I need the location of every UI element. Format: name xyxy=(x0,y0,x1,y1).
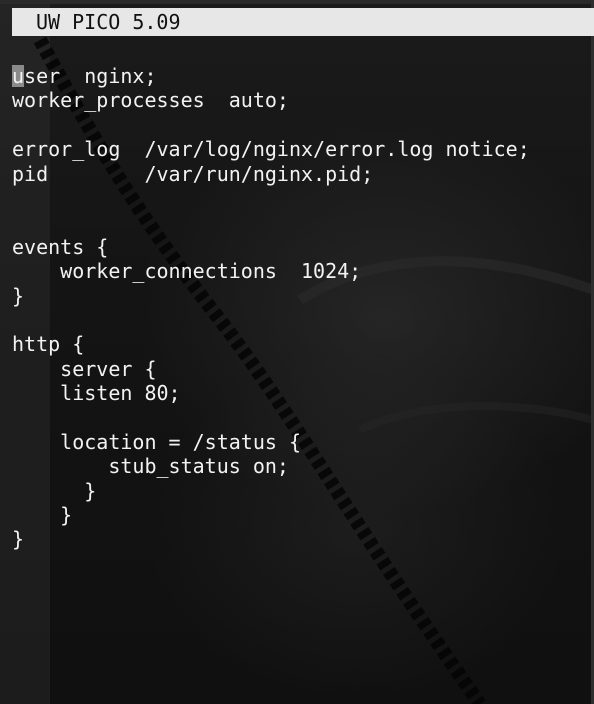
code-line[interactable]: worker_connections 1024; xyxy=(12,259,530,283)
code-line-text: http { xyxy=(12,332,85,357)
code-line-text: } xyxy=(12,527,25,552)
code-line[interactable]: error_log /var/log/nginx/error.log notic… xyxy=(12,137,530,161)
code-line[interactable]: pid /var/run/nginx.pid; xyxy=(12,162,530,186)
editor-title: UW PICO 5.09 xyxy=(36,10,181,34)
code-line-text: } xyxy=(12,503,73,528)
code-line[interactable]: events { xyxy=(12,235,530,259)
code-line-text: error_log /var/log/nginx/error.log notic… xyxy=(12,137,530,162)
code-line[interactable]: listen 80; xyxy=(12,381,530,405)
code-line[interactable]: worker_processes auto; xyxy=(12,88,530,112)
code-line[interactable]: http { xyxy=(12,332,530,356)
code-line-text: stub_status on; xyxy=(12,454,289,479)
code-line[interactable]: server { xyxy=(12,357,530,381)
code-line[interactable]: } xyxy=(12,479,530,503)
code-line-text: listen 80; xyxy=(12,381,181,406)
code-line[interactable] xyxy=(12,113,530,137)
text-editor[interactable]: user nginx; worker_processes auto; error_l… xyxy=(12,64,530,552)
code-line-text: } xyxy=(12,478,97,503)
code-line[interactable] xyxy=(12,210,530,234)
code-line[interactable]: } xyxy=(12,527,530,551)
code-line-text: } xyxy=(12,283,25,308)
window-top-edge xyxy=(0,0,594,4)
code-line-text: user nginx; xyxy=(12,64,157,88)
code-line-text: server { xyxy=(12,356,157,381)
code-line-text: worker_processes auto; xyxy=(12,88,289,113)
code-line[interactable]: location = /status { xyxy=(12,430,530,454)
code-line-text: pid /var/run/nginx.pid; xyxy=(12,161,374,186)
code-line[interactable]: } xyxy=(12,503,530,527)
code-line[interactable] xyxy=(12,308,530,332)
code-line-text: events { xyxy=(12,234,109,259)
editor-title-bar: UW PICO 5.09 xyxy=(12,8,594,36)
code-line-text: worker_connections 1024; xyxy=(12,259,362,284)
code-line[interactable]: stub_status on; xyxy=(12,454,530,478)
terminal-window[interactable]: UW PICO 5.09 user nginx; worker_processes… xyxy=(0,0,594,704)
code-line[interactable] xyxy=(12,405,530,429)
code-line[interactable]: } xyxy=(12,284,530,308)
code-line-text: location = /status { xyxy=(12,429,301,454)
code-line[interactable] xyxy=(12,186,530,210)
code-line[interactable]: user nginx; xyxy=(12,64,530,88)
